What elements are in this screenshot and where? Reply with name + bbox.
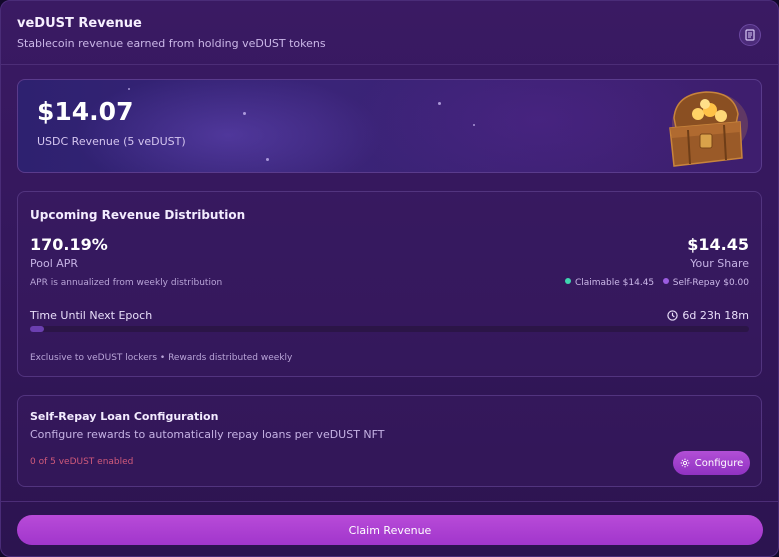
treasure-chest-icon	[669, 91, 748, 167]
claimable-amount: Claimable $14.45	[574, 278, 655, 288]
configure-button[interactable]: Configure	[673, 451, 750, 475]
distribution-card: Upcoming Revenue Distribution 170.19% Po…	[17, 191, 762, 377]
revenue-amount: $14.07	[37, 97, 134, 126]
star-decoration	[473, 124, 475, 126]
panel-title: veDUST Revenue	[17, 16, 142, 31]
self-repay-card: Self-Repay Loan Configuration Configure …	[17, 395, 762, 487]
star-decoration	[128, 88, 130, 90]
epoch-progress-bar	[30, 326, 749, 332]
claim-revenue-label: Claim Revenue	[348, 523, 432, 537]
epoch-time: 6d 23h 18m	[682, 309, 749, 322]
header-divider	[1, 64, 778, 65]
footer-divider	[1, 501, 778, 502]
claimable-dot	[564, 278, 571, 284]
apr-note: APR is annualized from weekly distributi…	[30, 278, 223, 288]
revenue-panel: veDUST Revenue Stablecoin revenue earned…	[0, 0, 779, 557]
claim-revenue-button[interactable]: Claim Revenue	[17, 515, 763, 545]
gear-icon	[680, 458, 690, 468]
distribution-title: Upcoming Revenue Distribution	[30, 208, 246, 222]
revenue-label: USDC Revenue (5 veDUST)	[37, 135, 186, 148]
star-decoration	[438, 102, 441, 105]
your-share-value: $14.45	[687, 235, 749, 254]
clock-icon	[667, 310, 679, 321]
configure-label: Configure	[694, 457, 744, 469]
star-decoration	[243, 112, 246, 115]
document-icon	[745, 29, 755, 41]
revenue-hero: $14.07 USDC Revenue (5 veDUST)	[17, 79, 762, 173]
self-repay-title: Self-Repay Loan Configuration	[30, 410, 219, 423]
epoch-countdown: 6d 23h 18m	[667, 309, 749, 322]
distribution-footer-note: Exclusive to veDUST lockers • Rewards di…	[30, 353, 293, 363]
self-repay-status: 0 of 5 veDUST enabled	[30, 457, 134, 467]
self-repay-amount: Self-Repay $0.00	[672, 278, 749, 288]
epoch-progress-fill	[30, 326, 45, 332]
star-decoration	[266, 158, 269, 161]
your-share-label: Your Share	[690, 257, 749, 270]
document-button[interactable]	[739, 24, 761, 46]
share-breakdown: Claimable $14.45 Self-Repay $0.00	[564, 278, 749, 288]
epoch-label: Time Until Next Epoch	[30, 309, 153, 322]
panel-subtitle: Stablecoin revenue earned from holding v…	[17, 37, 326, 50]
pool-apr-value: 170.19%	[30, 235, 108, 254]
pool-apr-label: Pool APR	[30, 257, 79, 270]
self-repay-description: Configure rewards to automatically repay…	[30, 428, 385, 441]
self-repay-dot	[662, 278, 669, 284]
